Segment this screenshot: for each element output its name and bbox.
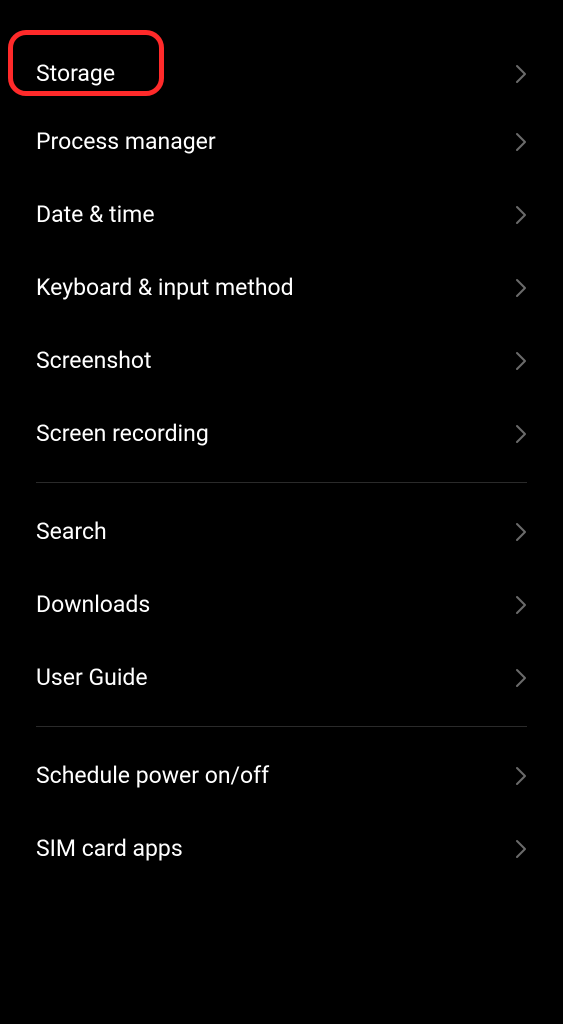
settings-item-label: SIM card apps	[36, 835, 183, 862]
settings-item-label: Storage	[36, 60, 115, 87]
chevron-right-icon	[515, 205, 527, 225]
settings-item-sim-card-apps[interactable]: SIM card apps	[0, 812, 563, 885]
chevron-right-icon	[515, 595, 527, 615]
settings-item-date-time[interactable]: Date & time	[0, 178, 563, 251]
divider	[36, 482, 527, 483]
chevron-right-icon	[515, 64, 527, 84]
settings-item-screen-recording[interactable]: Screen recording	[0, 397, 563, 470]
settings-item-storage[interactable]: Storage	[0, 42, 563, 105]
divider	[36, 726, 527, 727]
settings-item-process-manager[interactable]: Process manager	[0, 105, 563, 178]
settings-item-label: Screenshot	[36, 347, 152, 374]
settings-item-search[interactable]: Search	[0, 495, 563, 568]
chevron-right-icon	[515, 278, 527, 298]
settings-item-label: User Guide	[36, 664, 148, 691]
settings-item-label: Schedule power on/off	[36, 762, 269, 789]
settings-item-label: Downloads	[36, 591, 150, 618]
settings-item-label: Date & time	[36, 201, 155, 228]
settings-item-screenshot[interactable]: Screenshot	[0, 324, 563, 397]
settings-item-schedule-power[interactable]: Schedule power on/off	[0, 739, 563, 812]
settings-list: Storage Process manager Date & time Keyb…	[0, 0, 563, 885]
chevron-right-icon	[515, 522, 527, 542]
chevron-right-icon	[515, 132, 527, 152]
settings-item-label: Process manager	[36, 128, 216, 155]
settings-item-user-guide[interactable]: User Guide	[0, 641, 563, 714]
settings-item-downloads[interactable]: Downloads	[0, 568, 563, 641]
settings-item-label: Screen recording	[36, 420, 209, 447]
settings-item-label: Keyboard & input method	[36, 274, 294, 301]
chevron-right-icon	[515, 766, 527, 786]
settings-item-label: Search	[36, 518, 107, 545]
chevron-right-icon	[515, 668, 527, 688]
settings-item-keyboard-input[interactable]: Keyboard & input method	[0, 251, 563, 324]
chevron-right-icon	[515, 424, 527, 444]
chevron-right-icon	[515, 351, 527, 371]
chevron-right-icon	[515, 839, 527, 859]
